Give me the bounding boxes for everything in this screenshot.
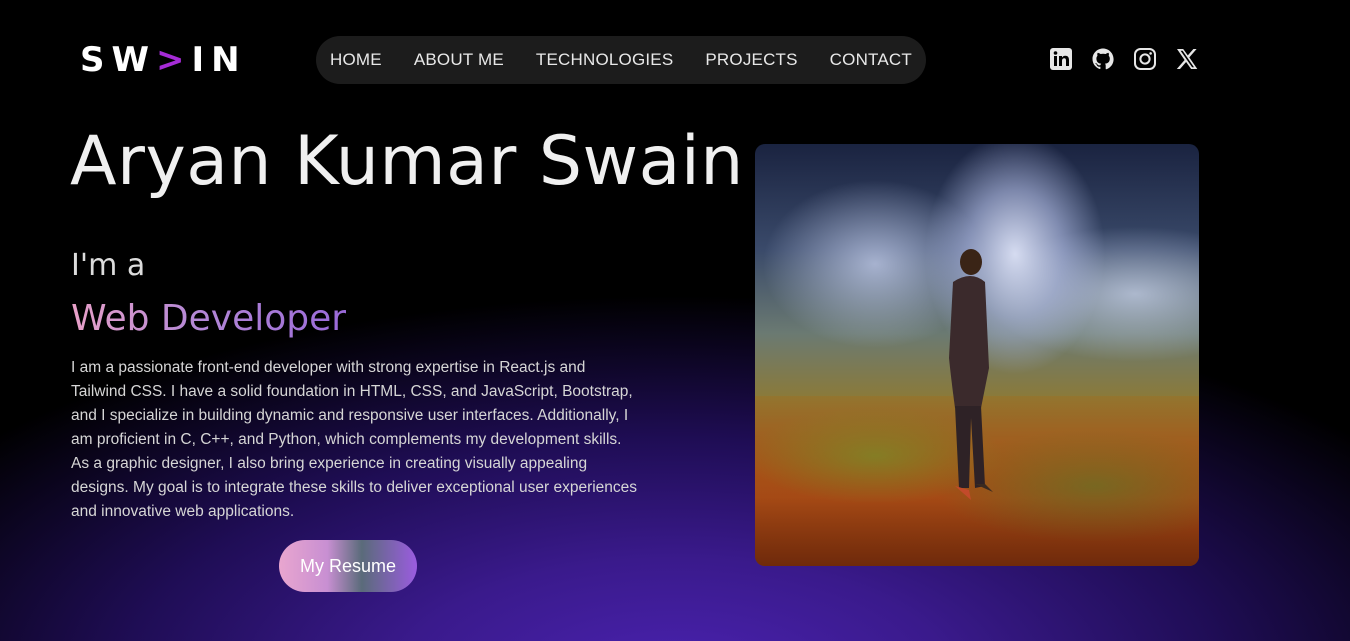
instagram-icon[interactable]: [1132, 46, 1158, 72]
hero-intro: I'm a: [71, 248, 146, 283]
logo-text-right: IN: [191, 40, 247, 80]
social-links: [1048, 46, 1200, 72]
profile-photo: [755, 144, 1199, 566]
nav-contact[interactable]: CONTACT: [830, 50, 912, 70]
resume-button[interactable]: My Resume: [279, 540, 417, 592]
nav-about-me[interactable]: ABOUT ME: [414, 50, 504, 70]
linkedin-icon[interactable]: [1048, 46, 1074, 72]
hero-bio: I am a passionate front-end developer wi…: [71, 359, 638, 520]
x-icon[interactable]: [1174, 46, 1200, 72]
main-nav: HOME ABOUT ME TECHNOLOGIES PROJECTS CONT…: [316, 36, 926, 84]
photo-person: [949, 249, 993, 500]
hero-name: Aryan Kumar Swain: [70, 122, 744, 201]
nav-home[interactable]: HOME: [330, 50, 382, 70]
hero-role: Web Developer: [71, 298, 347, 339]
nav-projects[interactable]: PROJECTS: [705, 50, 797, 70]
github-icon[interactable]: [1090, 46, 1116, 72]
logo-arrow: >: [156, 40, 192, 80]
nav-technologies[interactable]: TECHNOLOGIES: [536, 50, 673, 70]
site-logo[interactable]: SW > IN: [80, 40, 247, 80]
logo-text-left: SW: [80, 40, 156, 80]
